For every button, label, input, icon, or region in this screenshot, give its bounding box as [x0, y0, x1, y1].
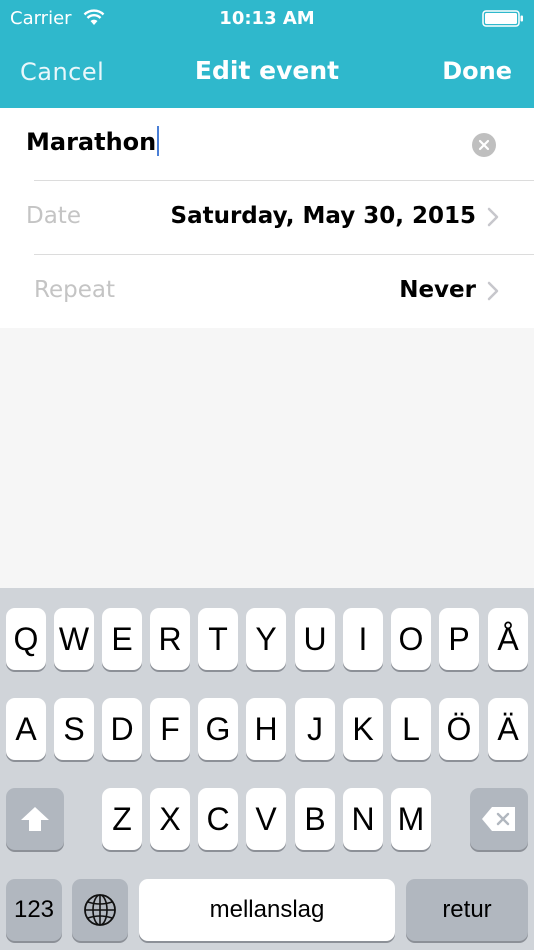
key-y[interactable]: Y — [246, 608, 286, 670]
key-v[interactable]: V — [246, 788, 286, 850]
key-w[interactable]: W — [54, 608, 94, 670]
key-z[interactable]: Z — [102, 788, 142, 850]
repeat-row[interactable]: Repeat Never — [0, 255, 534, 328]
event-title-input[interactable]: Marathon — [26, 126, 160, 156]
keyboard: Q W E R T Y U I O P Å A S D F G H J K L … — [0, 588, 534, 950]
status-bar: Carrier 10:13 AM — [0, 0, 534, 38]
globe-key[interactable] — [72, 879, 128, 941]
key-i[interactable]: I — [343, 608, 383, 670]
key-j[interactable]: J — [295, 698, 335, 760]
clear-text-button[interactable] — [472, 133, 496, 157]
backspace-icon — [482, 807, 515, 831]
clear-icon — [478, 139, 490, 151]
delete-key[interactable] — [470, 788, 528, 850]
date-row[interactable]: Date Saturday, May 30, 2015 — [0, 181, 534, 255]
done-button[interactable]: Done — [442, 57, 512, 85]
clock: 10:13 AM — [219, 8, 315, 29]
key-u[interactable]: U — [295, 608, 335, 670]
key-a[interactable]: A — [6, 698, 46, 760]
key-r[interactable]: R — [150, 608, 190, 670]
globe-icon — [84, 894, 116, 926]
title-field-row[interactable]: Marathon — [0, 108, 534, 181]
event-title-text: Marathon — [26, 128, 157, 156]
key-b[interactable]: B — [295, 788, 335, 850]
text-caret — [157, 126, 160, 156]
key-o-umlaut[interactable]: Ö — [439, 698, 479, 760]
header: Carrier 10:13 AM Cancel Edit event Done — [0, 0, 534, 108]
key-d[interactable]: D — [102, 698, 142, 760]
key-k[interactable]: K — [343, 698, 383, 760]
key-e[interactable]: E — [102, 608, 142, 670]
space-key[interactable]: mellanslag — [139, 879, 395, 941]
date-value: Saturday, May 30, 2015 — [170, 203, 477, 229]
key-a-umlaut[interactable]: Ä — [488, 698, 528, 760]
key-g[interactable]: G — [198, 698, 238, 760]
shift-key[interactable] — [6, 788, 64, 850]
key-q[interactable]: Q — [6, 608, 46, 670]
shift-icon — [21, 807, 49, 831]
key-x[interactable]: X — [150, 788, 190, 850]
key-c[interactable]: C — [198, 788, 238, 850]
return-key[interactable]: retur — [406, 879, 528, 941]
date-label: Date — [26, 203, 81, 229]
numbers-key[interactable]: 123 — [6, 879, 62, 941]
key-a-ring[interactable]: Å — [488, 608, 528, 670]
key-m[interactable]: M — [391, 788, 431, 850]
event-form: Marathon Date Saturday, May 30, 2015 Rep… — [0, 108, 534, 328]
key-s[interactable]: S — [54, 698, 94, 760]
nav-bar: Cancel Edit event Done — [0, 38, 534, 108]
key-h[interactable]: H — [246, 698, 286, 760]
repeat-label: Repeat — [34, 277, 115, 303]
battery-icon — [482, 10, 523, 27]
key-t[interactable]: T — [198, 608, 238, 670]
chevron-right-icon — [487, 207, 499, 227]
key-l[interactable]: L — [391, 698, 431, 760]
key-o[interactable]: O — [391, 608, 431, 670]
repeat-value: Never — [399, 277, 476, 303]
key-n[interactable]: N — [343, 788, 383, 850]
key-p[interactable]: P — [439, 608, 479, 670]
key-f[interactable]: F — [150, 698, 190, 760]
chevron-right-icon — [487, 281, 499, 301]
